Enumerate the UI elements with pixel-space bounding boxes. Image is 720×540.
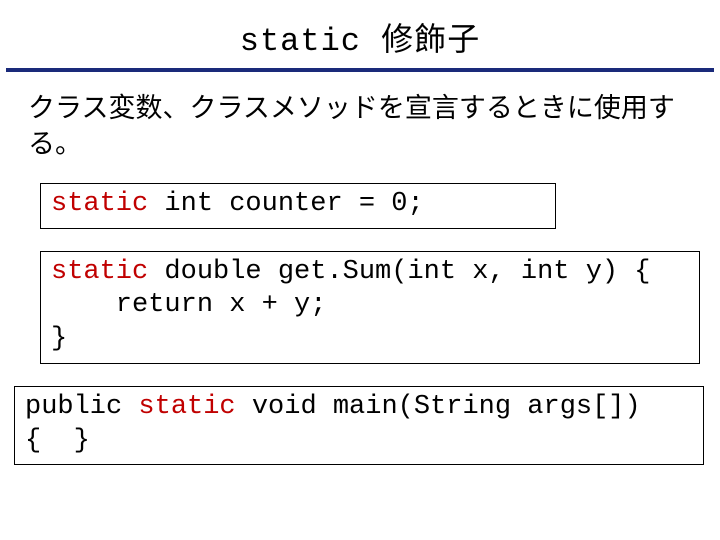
code-example-3: public static void main(String args[]) {… <box>14 386 704 466</box>
code-text: { } <box>25 426 90 456</box>
code-text: void main(String args[]) <box>236 392 641 422</box>
code-text: int counter = 0; <box>148 189 423 219</box>
code-example-1: static int counter = 0; <box>40 183 556 229</box>
static-keyword: static <box>51 189 148 219</box>
static-keyword: static <box>138 392 235 422</box>
code-text: return x + y; <box>51 290 326 320</box>
code-text: double get.Sum(int x, int y) { <box>148 257 650 287</box>
code-text: } <box>51 324 67 354</box>
code-example-2: static double get.Sum(int x, int y) { re… <box>40 251 700 364</box>
title-rest: 修飾子 <box>361 20 480 58</box>
static-keyword: static <box>51 257 148 287</box>
slide-title: static 修飾子 <box>0 0 720 68</box>
description-text: クラス変数、クラスメソッドを宣言するときに使用する。 <box>28 90 696 163</box>
code-text: public <box>25 392 138 422</box>
title-keyword: static <box>240 23 361 60</box>
title-underline <box>6 68 714 72</box>
